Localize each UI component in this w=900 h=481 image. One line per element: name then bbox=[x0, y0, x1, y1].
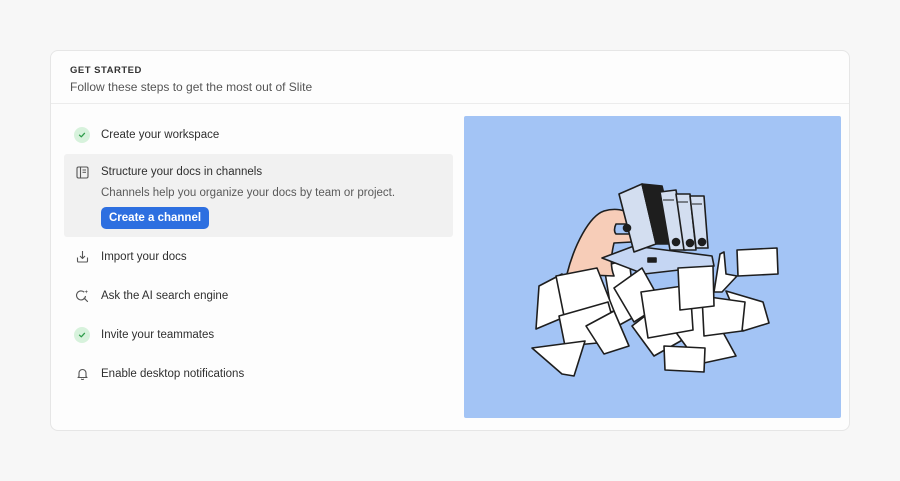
step-desktop-notifications[interactable]: Enable desktop notifications bbox=[64, 354, 453, 393]
step-label: Ask the AI search engine bbox=[101, 289, 229, 302]
step-label: Invite your teammates bbox=[101, 328, 215, 341]
eyebrow-title: GET STARTED bbox=[70, 65, 142, 76]
channel-icon bbox=[74, 164, 90, 180]
step-label: Structure your docs in channels bbox=[101, 166, 263, 178]
step-create-workspace[interactable]: Create your workspace bbox=[64, 115, 453, 154]
step-import-docs[interactable]: Import your docs bbox=[64, 237, 453, 276]
docs-illustration bbox=[464, 116, 841, 418]
step-label: Create your workspace bbox=[101, 128, 220, 141]
bell-icon bbox=[74, 366, 90, 382]
step-label: Enable desktop notifications bbox=[101, 367, 245, 380]
card-header: GET STARTED Follow these steps to get th… bbox=[51, 51, 849, 104]
import-icon bbox=[74, 249, 90, 265]
step-ai-search[interactable]: Ask the AI search engine bbox=[64, 276, 453, 315]
step-structure-channels[interactable]: Structure your docs in channels Channels… bbox=[64, 154, 453, 237]
check-icon bbox=[74, 126, 90, 143]
folders-and-papers-illustration bbox=[531, 183, 779, 377]
header-subtitle: Follow these steps to get the most out o… bbox=[70, 80, 313, 94]
step-description: Channels help you organize your docs by … bbox=[101, 187, 396, 199]
step-invite-teammates[interactable]: Invite your teammates bbox=[64, 315, 453, 354]
ai-search-icon bbox=[74, 288, 90, 304]
check-icon bbox=[74, 326, 90, 343]
step-label: Import your docs bbox=[101, 250, 187, 263]
create-channel-button[interactable]: Create a channel bbox=[101, 207, 210, 229]
steps-list: Create your workspace Structure your doc… bbox=[64, 115, 453, 393]
get-started-card: GET STARTED Follow these steps to get th… bbox=[50, 50, 850, 431]
